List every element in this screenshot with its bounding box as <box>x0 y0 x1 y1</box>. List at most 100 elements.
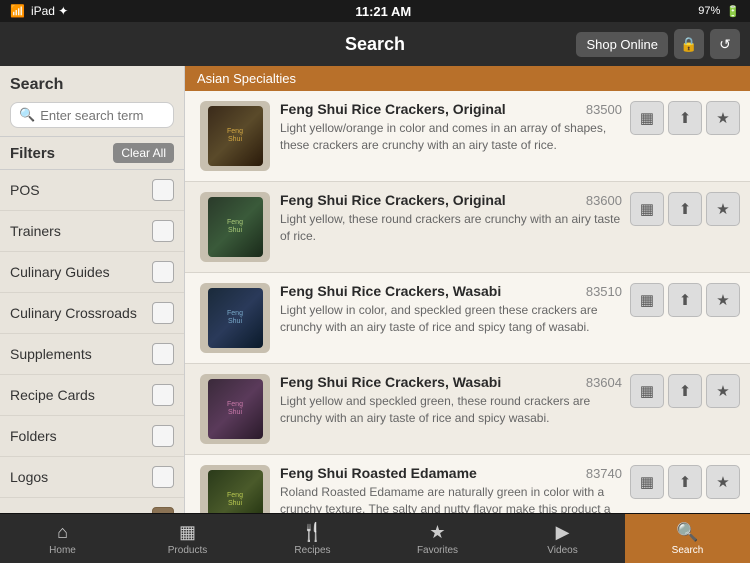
sidebar-item-supplements[interactable]: Supplements <box>0 334 184 375</box>
barcode-button[interactable]: ▦ <box>630 192 664 226</box>
product-info: Feng Shui Rice Crackers, Original 83500 … <box>280 101 622 154</box>
sidebar: Search 🔍 Filters Clear All POS Trainers … <box>0 66 185 513</box>
share-button[interactable]: ⬆ <box>668 374 702 408</box>
nav-item-products[interactable]: ▦ Products <box>125 514 250 563</box>
product-item: FengShui Feng Shui Rice Crackers, Wasabi… <box>185 273 750 364</box>
sidebar-item-folders[interactable]: Folders <box>0 416 184 457</box>
barcode-button[interactable]: ▦ <box>630 374 664 408</box>
main-content: Search 🔍 Filters Clear All POS Trainers … <box>0 66 750 513</box>
sidebar-item-checkbox[interactable] <box>152 343 174 365</box>
share-button[interactable]: ⬆ <box>668 283 702 317</box>
sidebar-item-label: Supplements <box>10 346 92 362</box>
sidebar-item-checkbox[interactable] <box>152 302 174 324</box>
sidebar-item-checkbox[interactable] <box>152 220 174 242</box>
product-image-placeholder: FengShui <box>208 197 263 257</box>
sidebar-item-label: Culinary Guides <box>10 264 110 280</box>
search-input-wrapper: 🔍 <box>10 102 174 128</box>
sidebar-item-checkbox[interactable] <box>152 384 174 406</box>
shop-online-button[interactable]: Shop Online <box>576 32 668 57</box>
wifi-icon: 📶 <box>10 4 25 18</box>
sidebar-item-logos[interactable]: Logos <box>0 457 184 498</box>
nav-label: Videos <box>547 545 577 556</box>
sidebar-item-culinary-guides[interactable]: Culinary Guides <box>0 252 184 293</box>
barcode-button[interactable]: ▦ <box>630 283 664 317</box>
product-name: Feng Shui Rice Crackers, Wasabi <box>280 374 501 390</box>
product-sku: 83740 <box>586 466 622 481</box>
share-button[interactable]: ⬆ <box>668 101 702 135</box>
filters-header: Filters Clear All <box>0 136 184 170</box>
action-row: ▦ ⬆ ★ <box>630 101 740 135</box>
product-list: FengShui Feng Shui Rice Crackers, Origin… <box>185 91 750 513</box>
favorite-button[interactable]: ★ <box>706 465 740 499</box>
nav-item-favorites[interactable]: ★ Favorites <box>375 514 500 563</box>
header-title: Search <box>345 34 405 55</box>
sidebar-item-culinary-crossroads[interactable]: Culinary Crossroads <box>0 293 184 334</box>
nav-icon: ★ <box>429 522 445 543</box>
product-description: Roland Roasted Edamame are naturally gre… <box>280 484 622 513</box>
sidebar-item-checkbox[interactable] <box>152 507 174 513</box>
sidebar-item-checkbox[interactable] <box>152 261 174 283</box>
sidebar-item-label: POS <box>10 182 40 198</box>
nav-label: Search <box>672 545 704 556</box>
product-actions: ▦ ⬆ ★ <box>630 283 740 317</box>
product-image-placeholder: FengShui <box>208 379 263 439</box>
product-name-row: Feng Shui Roasted Edamame 83740 <box>280 465 622 481</box>
nav-item-home[interactable]: ⌂ Home <box>0 514 125 563</box>
product-description: Light yellow/orange in color and comes i… <box>280 120 622 154</box>
product-sku: 83500 <box>586 102 622 117</box>
sidebar-items-list: POS Trainers Culinary Guides Culinary Cr… <box>0 170 184 513</box>
product-image-placeholder: FengShui <box>208 470 263 513</box>
product-sku: 83600 <box>586 193 622 208</box>
product-item: FengShui Feng Shui Rice Crackers, Origin… <box>185 182 750 273</box>
refresh-icon: ↺ <box>719 36 731 53</box>
barcode-button[interactable]: ▦ <box>630 101 664 135</box>
sidebar-search-label: Search <box>10 76 174 94</box>
favorite-button[interactable]: ★ <box>706 101 740 135</box>
nav-label: Favorites <box>417 545 458 556</box>
favorite-button[interactable]: ★ <box>706 283 740 317</box>
sidebar-item-trainers[interactable]: Trainers <box>0 211 184 252</box>
nav-label: Products <box>168 545 207 556</box>
favorite-button[interactable]: ★ <box>706 192 740 226</box>
search-input[interactable] <box>40 108 165 123</box>
sidebar-item-recipe-cards[interactable]: Recipe Cards <box>0 375 184 416</box>
product-description: Light yellow and speckled green, these r… <box>280 393 622 427</box>
content-area: Asian Specialties FengShui Feng Shui Ric… <box>185 66 750 513</box>
sidebar-item-label: Trainers <box>10 223 61 239</box>
product-image: FengShui <box>200 374 270 444</box>
lock-icon: 🔒 <box>680 36 697 53</box>
status-left: 📶 iPad ✦ <box>10 4 68 18</box>
bottom-nav: ⌂ Home ▦ Products 🍴 Recipes ★ Favorites … <box>0 513 750 563</box>
nav-label: Recipes <box>294 545 330 556</box>
product-name-row: Feng Shui Rice Crackers, Wasabi 83604 <box>280 374 622 390</box>
nav-icon: 🍴 <box>301 522 323 543</box>
product-name-row: Feng Shui Rice Crackers, Original 83500 <box>280 101 622 117</box>
status-time: 11:21 AM <box>355 4 411 19</box>
product-image: FengShui <box>200 283 270 353</box>
share-button[interactable]: ⬆ <box>668 192 702 226</box>
barcode-button[interactable]: ▦ <box>630 465 664 499</box>
favorite-button[interactable]: ★ <box>706 374 740 408</box>
sidebar-item-checkbox[interactable] <box>152 425 174 447</box>
sidebar-item-label: Folders <box>10 428 57 444</box>
clear-all-button[interactable]: Clear All <box>113 143 174 163</box>
product-description: Light yellow, these round crackers are c… <box>280 211 622 245</box>
action-row: ▦ ⬆ ★ <box>630 283 740 317</box>
sidebar-item-label: Products <box>10 510 65 513</box>
sidebar-item-pos[interactable]: POS <box>0 170 184 211</box>
share-button[interactable]: ⬆ <box>668 465 702 499</box>
refresh-button[interactable]: ↺ <box>710 29 740 59</box>
nav-icon: ⌂ <box>57 522 68 543</box>
sidebar-item-label: Culinary Crossroads <box>10 305 137 321</box>
lock-button[interactable]: 🔒 <box>674 29 704 59</box>
nav-item-search[interactable]: 🔍 Search <box>625 514 750 563</box>
nav-item-videos[interactable]: ▶ Videos <box>500 514 625 563</box>
product-name: Feng Shui Rice Crackers, Original <box>280 101 506 117</box>
product-info: Feng Shui Rice Crackers, Wasabi 83510 Li… <box>280 283 622 336</box>
nav-item-recipes[interactable]: 🍴 Recipes <box>250 514 375 563</box>
product-info: Feng Shui Rice Crackers, Original 83600 … <box>280 192 622 245</box>
sidebar-item-checkbox[interactable] <box>152 179 174 201</box>
sidebar-item-products[interactable]: Products <box>0 498 184 513</box>
sidebar-item-label: Logos <box>10 469 48 485</box>
sidebar-item-checkbox[interactable] <box>152 466 174 488</box>
